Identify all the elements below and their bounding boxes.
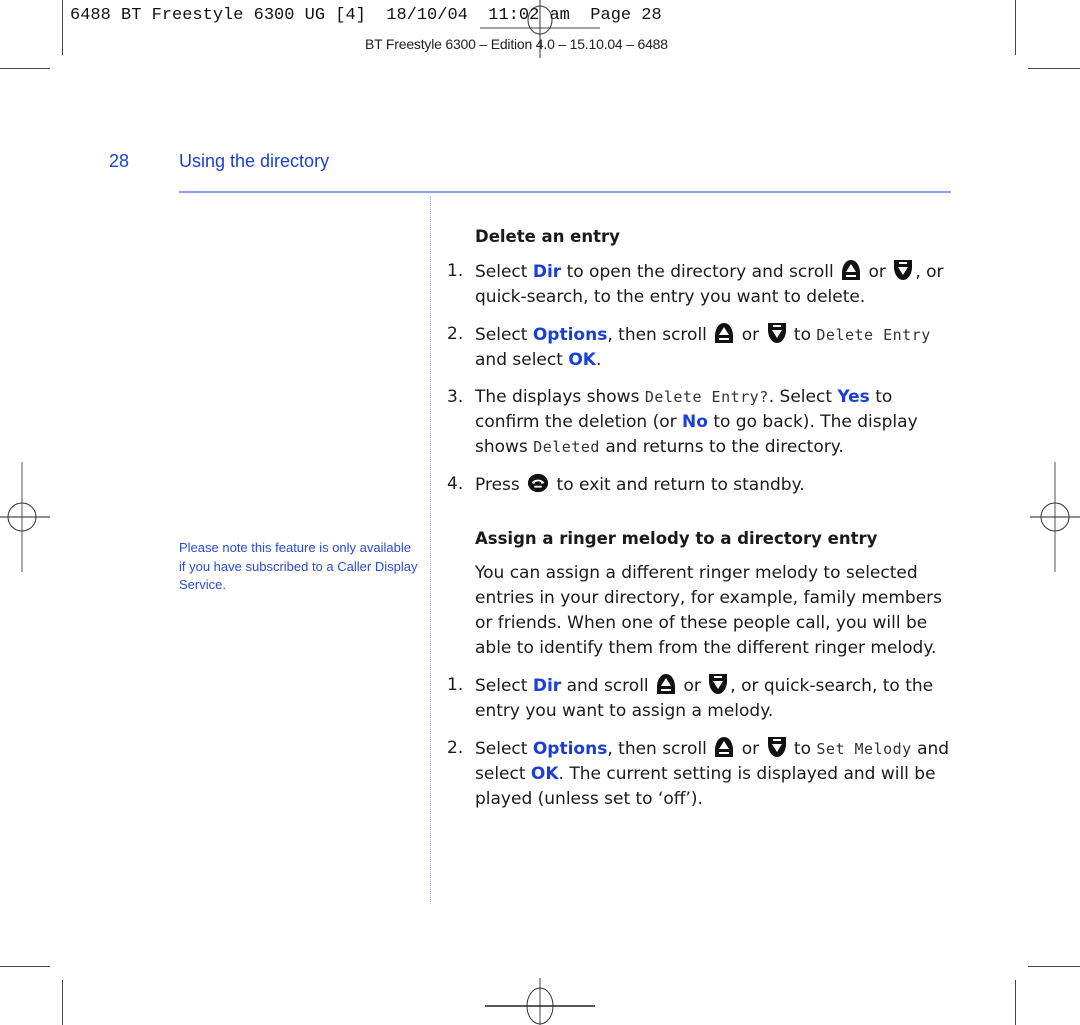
step-text: to open the directory and scroll	[561, 262, 840, 282]
sidebar-note: Please note this feature is only availab…	[179, 540, 418, 592]
step-text: Select	[475, 739, 533, 759]
delete-steps-list: 1. Select Dir to open the directory and …	[447, 259, 957, 498]
step-text: and select	[475, 350, 569, 370]
display-text: Set Melody	[816, 740, 912, 758]
redial-up-key-icon	[714, 322, 734, 344]
registration-mark-bottom	[485, 978, 595, 1025]
step-text: . Select	[768, 387, 838, 407]
print-slug: 6488 BT Freestyle 6300 UG [4] 18/10/04 1…	[70, 6, 662, 25]
display-text: Delete Entry?	[644, 388, 769, 406]
step-number: 1.	[447, 675, 464, 695]
display-text: Deleted	[533, 438, 600, 456]
step-text: , then scroll	[607, 739, 713, 759]
list-item: 2. Select Options, then scroll or to Set…	[447, 736, 957, 812]
softkey-label-dir: Dir	[532, 262, 562, 282]
page-number: 28	[109, 151, 130, 171]
step-text: to exit and return to standby.	[551, 475, 805, 495]
step-number: 2.	[447, 324, 464, 344]
calls-down-key-icon	[893, 259, 913, 281]
calls-down-key-icon	[767, 322, 787, 344]
redial-up-key-icon	[841, 259, 861, 281]
registration-mark-left	[0, 462, 50, 572]
step-text: .	[595, 350, 602, 370]
list-item: 3. The displays shows Delete Entry?. Sel…	[447, 385, 957, 460]
crop-mark-top-right-horizontal	[1028, 68, 1080, 69]
softkey-label-no: No	[682, 412, 708, 432]
step-number: 1.	[447, 261, 464, 281]
edition-line: BT Freestyle 6300 – Edition 4.0 – 15.10.…	[365, 36, 668, 52]
softkey-label-options: Options	[532, 325, 608, 345]
crop-mark-bottom-right-horizontal	[1028, 966, 1080, 967]
softkey-label-ok: OK	[568, 350, 596, 370]
step-text: The displays shows	[475, 387, 645, 407]
step-text: to	[788, 325, 817, 345]
step-text: , then scroll	[607, 325, 713, 345]
column-divider	[430, 196, 431, 904]
step-text: or	[863, 262, 892, 282]
step-text: Select	[475, 262, 533, 282]
softkey-label-dir: Dir	[532, 676, 562, 696]
step-text: Select	[475, 325, 533, 345]
step-text: or	[736, 739, 765, 759]
end-call-key-icon	[527, 472, 549, 494]
step-number: 3.	[447, 387, 464, 407]
step-text: to	[788, 739, 817, 759]
softkey-label-options: Options	[532, 739, 608, 759]
step-text: or	[678, 676, 707, 696]
crop-mark-top-left-vertical	[62, 0, 63, 55]
assign-melody-intro: You can assign a different ringer melody…	[475, 563, 943, 658]
calls-down-key-icon	[708, 673, 728, 695]
list-item: 1. Select Dir to open the directory and …	[447, 259, 957, 310]
assign-melody-heading: Assign a ringer melody to a directory en…	[475, 529, 878, 548]
list-item: 1. Select Dir and scroll or , or quick-s…	[447, 673, 957, 724]
calls-down-key-icon	[767, 736, 787, 758]
main-content: Delete an entry 1. Select Dir to open th…	[447, 224, 957, 824]
step-text: or	[736, 325, 765, 345]
softkey-label-ok: OK	[530, 764, 559, 784]
section-title: Using the directory	[179, 151, 330, 171]
header-rule	[179, 191, 951, 193]
display-text: Delete Entry	[816, 326, 931, 344]
crop-mark-top-left-horizontal	[0, 68, 50, 69]
step-number: 2.	[447, 738, 464, 758]
melody-steps-list: 1. Select Dir and scroll or , or quick-s…	[447, 673, 957, 812]
crop-mark-bottom-left-horizontal	[0, 966, 50, 967]
redial-up-key-icon	[714, 736, 734, 758]
step-text: and returns to the directory.	[599, 437, 844, 457]
redial-up-key-icon	[656, 673, 676, 695]
list-item: 2. Select Options, then scroll or to Del…	[447, 322, 957, 373]
step-number: 4.	[447, 474, 464, 494]
step-text: and scroll	[561, 676, 655, 696]
crop-mark-top-right-vertical	[1015, 0, 1016, 55]
registration-mark-right	[1030, 462, 1080, 572]
step-text: Select	[475, 676, 533, 696]
softkey-label-yes: Yes	[837, 387, 870, 407]
step-text: Press	[475, 475, 526, 495]
crop-mark-bottom-left-vertical	[62, 980, 63, 1025]
list-item: 4. Press to exit and return to standby.	[447, 472, 957, 498]
crop-mark-bottom-right-vertical	[1015, 980, 1016, 1025]
delete-entry-heading: Delete an entry	[475, 227, 620, 246]
